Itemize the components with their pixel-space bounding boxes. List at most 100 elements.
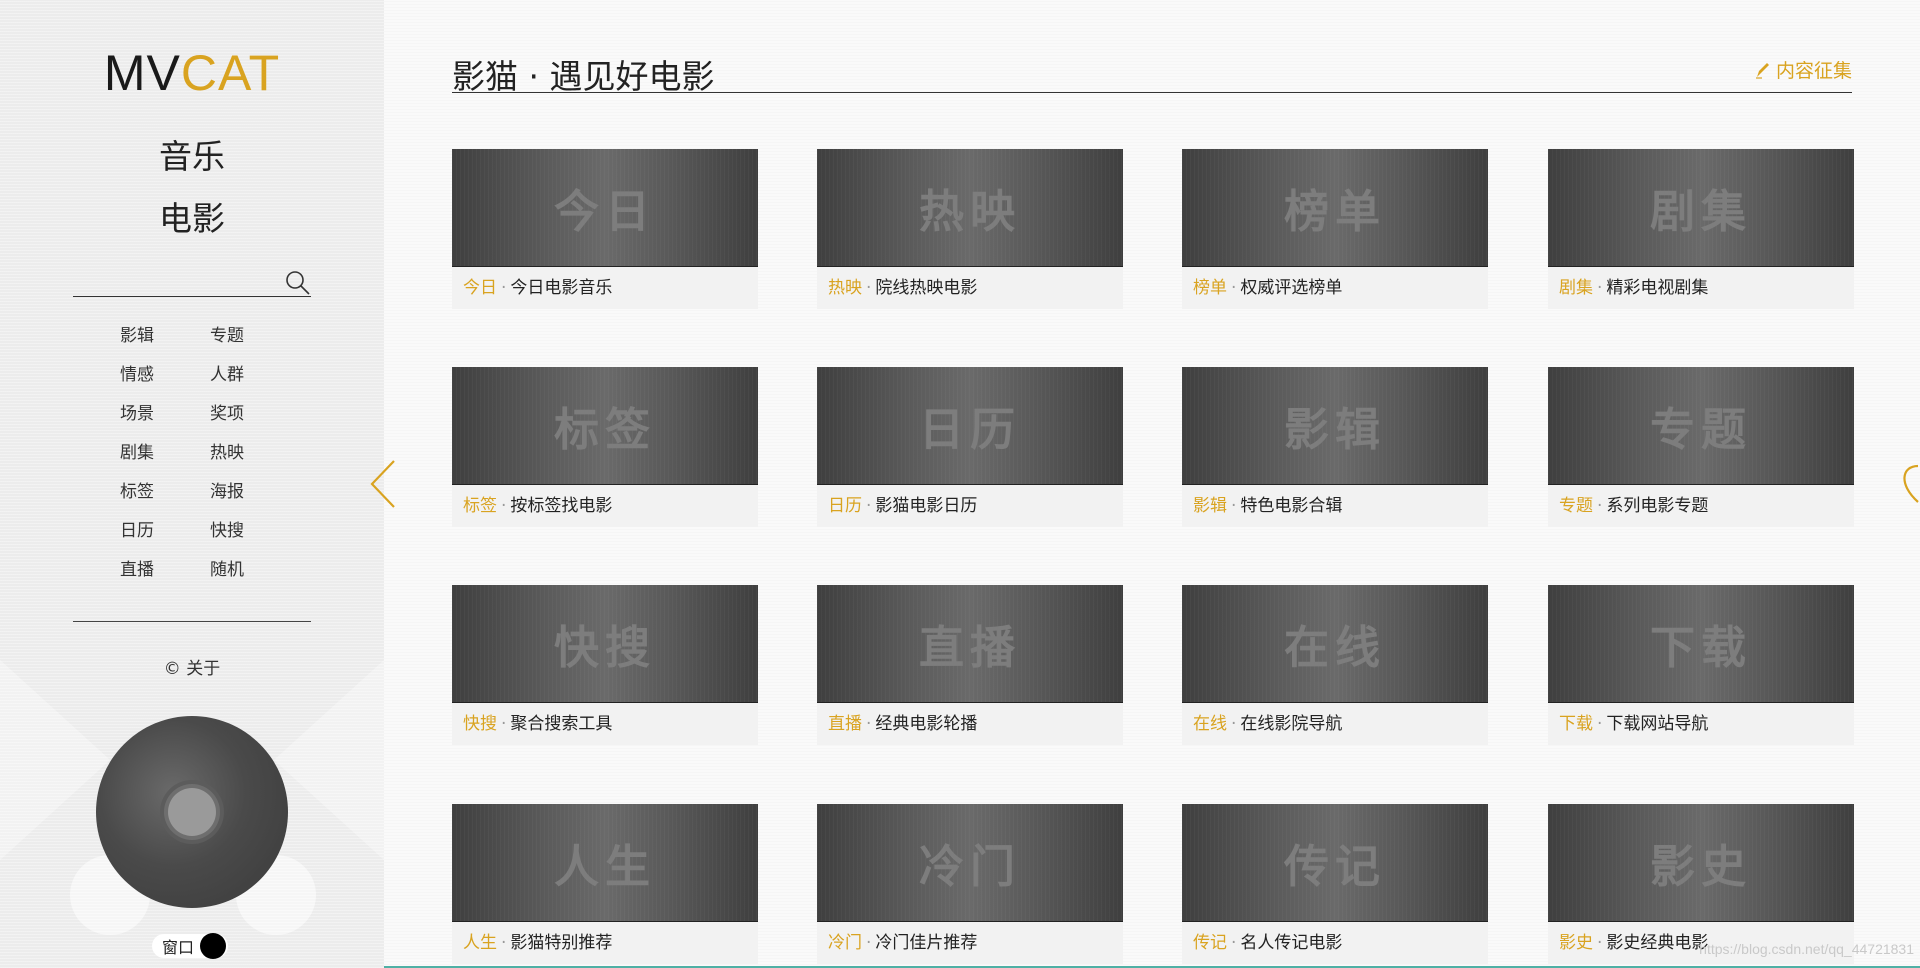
feature-card[interactable]: 日历 日历 · 影猫电影日历 — [817, 367, 1123, 527]
sidebar-link[interactable]: 热映 — [210, 441, 270, 466]
card-title: 榜单 — [1283, 185, 1386, 238]
feature-card[interactable]: 快搜 快搜 · 聚合搜索工具 — [452, 585, 758, 745]
feature-card[interactable]: 热映 热映 · 院线热映电影 — [817, 149, 1123, 309]
sidebar-link[interactable]: 场景 — [120, 402, 210, 427]
feature-card[interactable]: 标签 标签 · 按标签找电影 — [452, 367, 758, 527]
logo-mv: MV — [103, 45, 181, 101]
content-contribute-link[interactable]: 内容征集 — [1754, 56, 1852, 83]
card-desc: 影猫电影日历 — [875, 496, 978, 516]
page-title: 影猫 · 遇见好电影 — [452, 57, 715, 96]
card-tag: 冷门 — [828, 933, 862, 953]
card-tag: 传记 — [1193, 933, 1227, 953]
card-title: 热映 — [918, 185, 1021, 238]
sidebar-link[interactable]: 直播 — [120, 558, 210, 583]
contribute-label: 内容征集 — [1775, 60, 1852, 82]
window-toggle-label: 窗口 — [162, 938, 195, 957]
disc-center — [168, 788, 216, 836]
card-title: 直播 — [918, 621, 1021, 674]
feature-card[interactable]: 影辑 影辑 · 特色电影合辑 — [1182, 367, 1488, 527]
feature-card[interactable]: 人生 人生 · 影猫特别推荐 — [452, 804, 758, 964]
card-desc: 影史经典电影 — [1606, 933, 1709, 953]
card-image: 剧集 — [1548, 149, 1854, 267]
feature-card[interactable]: 直播 直播 · 经典电影轮播 — [817, 585, 1123, 745]
sidebar-link[interactable]: 奖项 — [210, 402, 270, 427]
card-caption: 传记 · 名人传记电影 — [1182, 922, 1488, 964]
feature-card[interactable]: 传记 传记 · 名人传记电影 — [1182, 804, 1488, 964]
card-image: 直播 — [817, 585, 1123, 703]
sidebar-link[interactable]: 标签 — [120, 480, 210, 505]
divider — [73, 621, 311, 622]
sidebar-link[interactable]: 随机 — [210, 558, 270, 583]
sidebar-link[interactable]: 日历 — [120, 519, 210, 544]
toggle-knob[interactable] — [200, 933, 227, 959]
sidebar-link[interactable]: 情感 — [120, 363, 210, 388]
card-separator: · — [1597, 933, 1603, 953]
search-input[interactable] — [73, 266, 277, 296]
card-title: 日历 — [918, 403, 1021, 456]
card-tag: 影辑 — [1193, 496, 1227, 516]
feature-card[interactable]: 影史 影史 · 影史经典电影 — [1548, 804, 1854, 964]
card-title: 剧集 — [1649, 185, 1752, 238]
card-desc: 在线影院导航 — [1240, 714, 1343, 734]
about-link[interactable]: © 关于 — [0, 654, 384, 679]
card-title: 人生 — [553, 840, 656, 893]
card-image: 今日 — [452, 149, 758, 267]
card-image: 传记 — [1182, 804, 1488, 922]
window-mode-toggle[interactable]: 窗口 — [152, 933, 229, 959]
sidebar-link[interactable]: 海报 — [210, 480, 270, 505]
card-desc: 影猫特别推荐 — [510, 933, 613, 953]
card-desc: 名人传记电影 — [1240, 933, 1343, 953]
card-tag: 专题 — [1559, 496, 1593, 516]
card-image: 标签 — [452, 367, 758, 485]
chevron-right-icon[interactable] — [1894, 462, 1920, 506]
sidebar-link[interactable]: 剧集 — [120, 441, 210, 466]
feature-card[interactable]: 今日 今日 · 今日电影音乐 — [452, 149, 758, 309]
card-tag: 标签 — [463, 496, 497, 516]
nav-movie[interactable]: 电影 — [0, 192, 384, 240]
feature-card[interactable]: 剧集 剧集 · 精彩电视剧集 — [1548, 149, 1854, 309]
card-separator: · — [1597, 496, 1603, 516]
chevron-left-icon[interactable] — [368, 458, 398, 510]
card-tag: 在线 — [1193, 714, 1227, 734]
sidebar-links: 影辑 专题 情感 人群 场景 奖项 剧集 热映 标签 海报 日历 快搜 直播 随机 — [120, 324, 270, 583]
feature-card[interactable]: 下载 下载 · 下载网站导航 — [1548, 585, 1854, 745]
card-separator: · — [501, 714, 507, 734]
feature-card[interactable]: 榜单 榜单 · 权威评选榜单 — [1182, 149, 1488, 309]
card-image: 榜单 — [1182, 149, 1488, 267]
search-icon[interactable] — [285, 270, 311, 296]
card-caption: 榜单 · 权威评选榜单 — [1182, 267, 1488, 309]
sidebar-link[interactable]: 专题 — [210, 324, 270, 349]
card-title: 影史 — [1649, 840, 1752, 893]
sidebar-link[interactable]: 快搜 — [210, 519, 270, 544]
card-title: 传记 — [1283, 840, 1386, 893]
card-desc: 按标签找电影 — [510, 496, 613, 516]
card-tag: 日历 — [828, 496, 862, 516]
card-image: 在线 — [1182, 585, 1488, 703]
sidebar: MVCAT 音乐 电影 影辑 专题 情感 人群 场景 奖项 剧集 热映 标签 海报 日历 快搜 直播 随机… — [0, 0, 384, 968]
card-title: 标签 — [553, 403, 656, 456]
card-caption: 下载 · 下载网站导航 — [1548, 703, 1854, 745]
card-title: 今日 — [553, 185, 656, 238]
card-tag: 剧集 — [1559, 278, 1593, 298]
logo[interactable]: MVCAT — [0, 44, 384, 102]
card-image: 专题 — [1548, 367, 1854, 485]
feature-card[interactable]: 在线 在线 · 在线影院导航 — [1182, 585, 1488, 745]
card-separator: · — [1231, 278, 1237, 298]
nav-music[interactable]: 音乐 — [0, 130, 384, 178]
card-image: 热映 — [817, 149, 1123, 267]
card-separator: · — [1231, 933, 1237, 953]
card-separator: · — [1231, 496, 1237, 516]
card-caption: 影辑 · 特色电影合辑 — [1182, 485, 1488, 527]
card-tag: 榜单 — [1193, 278, 1227, 298]
card-tag: 今日 — [463, 278, 497, 298]
card-tag: 下载 — [1559, 714, 1593, 734]
music-disc-player[interactable] — [96, 716, 288, 908]
card-image: 下载 — [1548, 585, 1854, 703]
decorative-triangle — [0, 660, 110, 860]
card-caption: 在线 · 在线影院导航 — [1182, 703, 1488, 745]
sidebar-link[interactable]: 人群 — [210, 363, 270, 388]
feature-card[interactable]: 专题 专题 · 系列电影专题 — [1548, 367, 1854, 527]
card-desc: 权威评选榜单 — [1240, 278, 1343, 298]
feature-card[interactable]: 冷门 冷门 · 冷门佳片推荐 — [817, 804, 1123, 964]
sidebar-link[interactable]: 影辑 — [120, 324, 210, 349]
